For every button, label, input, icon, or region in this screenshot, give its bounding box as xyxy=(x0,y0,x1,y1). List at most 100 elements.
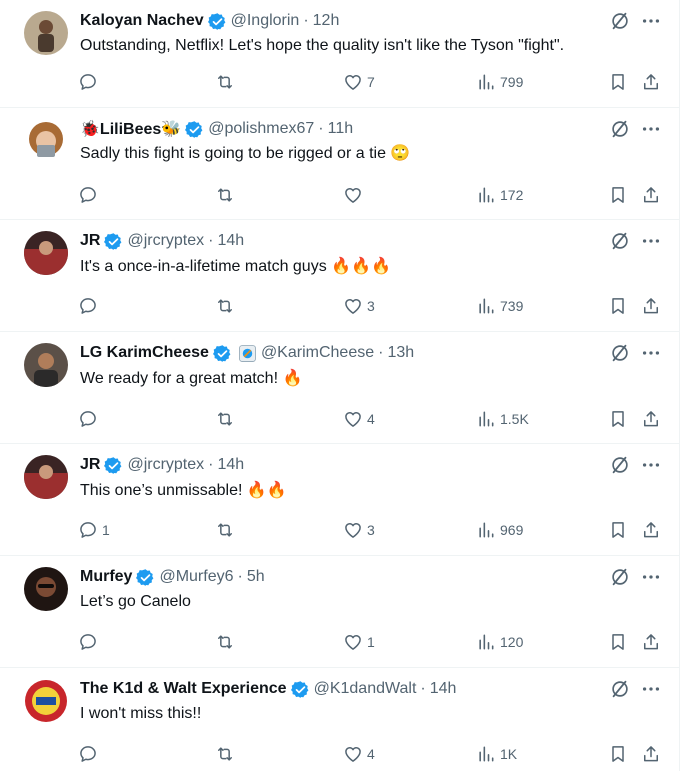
reply-button[interactable]: 1 xyxy=(78,518,110,542)
like-button[interactable]: 4 xyxy=(343,742,375,766)
grok-icon[interactable] xyxy=(609,454,631,476)
affiliate-badge-icon xyxy=(239,344,256,362)
timestamp[interactable]: 12h xyxy=(313,12,340,30)
repost-button[interactable] xyxy=(215,407,235,431)
share-button[interactable] xyxy=(641,183,661,207)
reply-button[interactable] xyxy=(78,630,102,654)
grok-icon[interactable] xyxy=(609,230,631,252)
repost-button[interactable] xyxy=(215,70,235,94)
avatar[interactable] xyxy=(24,455,68,499)
display-name[interactable]: JR xyxy=(80,232,100,250)
tweet[interactable]: Murfey @Murfey6 · 5h Let’s go Canelo 1 1… xyxy=(0,556,680,668)
display-name[interactable]: The K1d & Walt Experience xyxy=(80,680,287,698)
repost-button[interactable] xyxy=(215,518,235,542)
separator-dot: · xyxy=(303,12,309,29)
like-button[interactable]: 4 xyxy=(343,407,375,431)
handle[interactable]: @Inglorin xyxy=(231,12,300,30)
bookmark-button[interactable] xyxy=(608,518,628,542)
grok-icon[interactable] xyxy=(609,678,631,700)
views-button[interactable]: 739 xyxy=(476,294,523,318)
avatar[interactable] xyxy=(24,11,68,55)
like-button[interactable]: 1 xyxy=(343,630,375,654)
like-count: 7 xyxy=(367,74,375,90)
display-name[interactable]: Kaloyan Nachev xyxy=(80,12,204,30)
bookmark-button[interactable] xyxy=(608,407,628,431)
display-name[interactable]: Murfey xyxy=(80,568,132,586)
tweet-text: Outstanding, Netflix! Let's hope the qua… xyxy=(80,36,564,56)
tweet[interactable]: LG KarimCheese @KarimCheese · 13h We rea… xyxy=(0,332,680,444)
tweet-text-content: It's a once-in-a-lifetime match guys xyxy=(80,258,332,275)
more-options-icon[interactable] xyxy=(640,10,662,32)
more-options-icon[interactable] xyxy=(640,230,662,252)
reply-button[interactable] xyxy=(78,70,102,94)
more-options-icon[interactable] xyxy=(640,454,662,476)
repost-button[interactable] xyxy=(215,294,235,318)
avatar[interactable] xyxy=(24,231,68,275)
tweet[interactable]: Kaloyan Nachev @Inglorin · 12h Outstandi… xyxy=(0,0,680,108)
share-button[interactable] xyxy=(641,742,661,766)
heart-icon xyxy=(345,747,361,762)
timestamp[interactable]: 11h xyxy=(328,120,354,138)
handle[interactable]: @K1dandWalt xyxy=(314,680,417,698)
avatar[interactable] xyxy=(24,343,68,387)
handle[interactable]: @polishmex67 xyxy=(208,120,314,138)
grok-icon[interactable] xyxy=(609,118,631,140)
more-options-icon[interactable] xyxy=(640,118,662,140)
display-name[interactable]: LG KarimCheese xyxy=(80,344,209,362)
share-button[interactable] xyxy=(641,70,661,94)
handle[interactable]: @Murfey6 xyxy=(159,568,233,586)
avatar[interactable] xyxy=(24,119,68,163)
handle[interactable]: @KarimCheese xyxy=(261,344,374,362)
reply-button[interactable] xyxy=(78,183,102,207)
share-button[interactable] xyxy=(641,407,661,431)
more-options-icon[interactable] xyxy=(640,342,662,364)
share-button[interactable] xyxy=(641,294,661,318)
handle[interactable]: @jrcryptex xyxy=(127,456,204,474)
like-button[interactable]: 7 xyxy=(343,70,375,94)
bookmark-button[interactable] xyxy=(608,70,628,94)
timestamp[interactable]: 13h xyxy=(387,344,414,362)
like-button[interactable] xyxy=(343,183,367,207)
views-button[interactable]: 172 xyxy=(476,183,523,207)
views-button[interactable]: 1.5K xyxy=(476,407,529,431)
bookmark-button[interactable] xyxy=(608,630,628,654)
grok-icon[interactable] xyxy=(609,342,631,364)
views-button[interactable]: 1K xyxy=(476,742,517,766)
repost-button[interactable] xyxy=(215,630,235,654)
tweet[interactable]: JR @jrcryptex · 14h This one’s unmissabl… xyxy=(0,444,680,556)
share-button[interactable] xyxy=(641,518,661,542)
bookmark-button[interactable] xyxy=(608,742,628,766)
timestamp[interactable]: 5h xyxy=(247,568,265,586)
views-button[interactable]: 799 xyxy=(476,70,523,94)
reply-button[interactable] xyxy=(78,742,102,766)
like-button[interactable]: 3 xyxy=(343,518,375,542)
display-name[interactable]: JR xyxy=(80,456,100,474)
repost-button[interactable] xyxy=(215,742,235,766)
like-count: 4 xyxy=(367,411,375,427)
reply-icon xyxy=(80,746,96,762)
more-options-icon[interactable] xyxy=(640,566,662,588)
avatar[interactable] xyxy=(24,567,68,611)
grok-icon[interactable] xyxy=(609,566,631,588)
reply-button[interactable] xyxy=(78,407,102,431)
tweet[interactable]: The K1d & Walt Experience @K1dandWalt · … xyxy=(0,668,680,771)
bookmark-button[interactable] xyxy=(608,183,628,207)
timestamp[interactable]: 14h xyxy=(217,232,244,250)
avatar[interactable] xyxy=(24,679,68,723)
more-options-icon[interactable] xyxy=(640,678,662,700)
reply-icon xyxy=(80,411,96,427)
tweet[interactable]: JR @jrcryptex · 14h It's a once-in-a-lif… xyxy=(0,220,680,332)
like-button[interactable]: 3 xyxy=(343,294,375,318)
timestamp[interactable]: 14h xyxy=(217,456,244,474)
bookmark-button[interactable] xyxy=(608,294,628,318)
grok-icon[interactable] xyxy=(609,10,631,32)
display-name[interactable]: 🐞LiliBees🐝 xyxy=(80,119,181,139)
tweet[interactable]: 🐞LiliBees🐝 @polishmex67 · 11h Sadly this… xyxy=(0,108,680,220)
share-button[interactable] xyxy=(641,630,661,654)
repost-button[interactable] xyxy=(215,183,235,207)
handle[interactable]: @jrcryptex xyxy=(127,232,204,250)
views-button[interactable]: 120 xyxy=(476,630,523,654)
views-button[interactable]: 969 xyxy=(476,518,523,542)
timestamp[interactable]: 14h xyxy=(430,680,457,698)
reply-button[interactable] xyxy=(78,294,102,318)
